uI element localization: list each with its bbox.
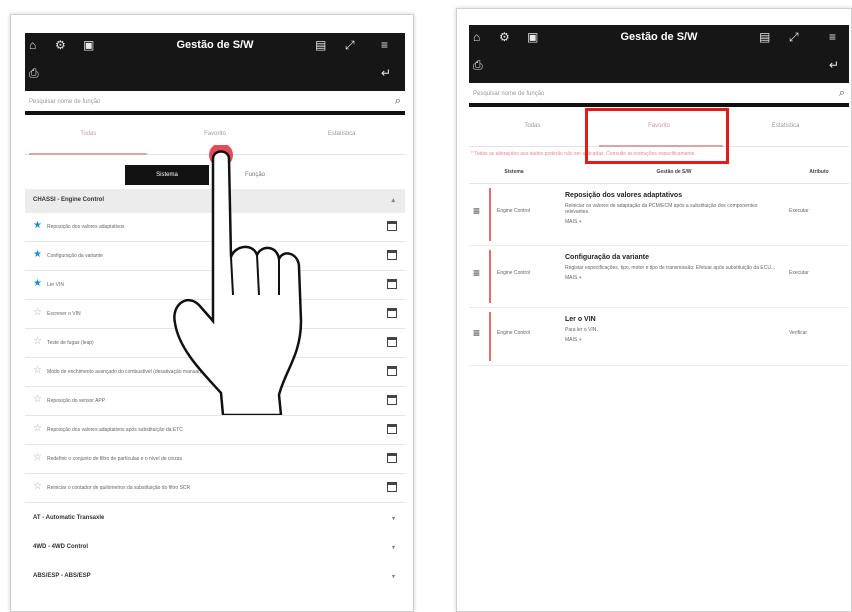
star-outline-icon[interactable]: ☆ bbox=[33, 424, 42, 434]
row-marker bbox=[489, 187, 491, 241]
calendar-icon[interactable] bbox=[387, 395, 397, 405]
star-outline-icon[interactable]: ☆ bbox=[33, 482, 42, 492]
group-header[interactable]: AT - Automatic Transaxle ▾ bbox=[25, 503, 405, 532]
row-title: Reposição dos valores adaptativos bbox=[565, 191, 683, 199]
column-header: Atributo bbox=[789, 161, 849, 184]
row-description: Reiniciar os valores de adaptação da PCM… bbox=[565, 202, 758, 215]
drag-handle-icon[interactable]: ≡ bbox=[473, 326, 480, 340]
group-title: CHASSI - Engine Control bbox=[33, 197, 104, 203]
print-icon[interactable]: ⎙ bbox=[29, 67, 39, 79]
chevron-down-icon: ▾ bbox=[391, 516, 395, 522]
group-header[interactable]: ABS/ESP - ABS/ESP ▾ bbox=[25, 561, 405, 590]
star-outline-icon[interactable]: ☆ bbox=[33, 453, 42, 463]
search-icon[interactable]: ⌕ bbox=[395, 95, 401, 108]
search-input[interactable]: Pesquisar nome de função bbox=[473, 91, 544, 97]
list-item[interactable]: ☆ Reiniciar o contador de quilómetros da … bbox=[25, 474, 405, 503]
calendar-icon[interactable] bbox=[387, 279, 397, 289]
item-label: Escrever o VIN bbox=[47, 311, 81, 317]
top-bar: ⌂ ⚙ ▣ Gestão de S/W ▤ ⤢ ≡ ⎙ ↵ bbox=[25, 33, 405, 91]
row-description: Registar especificações, tipo, motor e t… bbox=[565, 264, 776, 271]
top-bar: ⌂ ⚙ ▣ Gestão de S/W ▤ ⤢ ≡ ⎙ ↵ bbox=[469, 25, 849, 83]
star-icon[interactable]: ★ bbox=[33, 250, 42, 260]
item-label: Reposição do sensor APP bbox=[47, 398, 106, 404]
item-label: Configuração da variante bbox=[47, 253, 103, 259]
row-system: Engine Control bbox=[497, 269, 531, 276]
tab-estatistica[interactable]: Estatística bbox=[722, 107, 849, 146]
star-icon[interactable]: ★ bbox=[33, 221, 42, 231]
group-header[interactable]: 4WD - 4WD Control ▾ bbox=[25, 532, 405, 561]
chevron-up-icon: ▴ bbox=[391, 197, 395, 204]
back-icon[interactable]: ↵ bbox=[381, 67, 391, 79]
left-screenshot: ⌂ ⚙ ▣ Gestão de S/W ▤ ⤢ ≡ ⎙ ↵ Pesquisar … bbox=[10, 14, 414, 612]
expand-icon[interactable]: ⤢ bbox=[345, 39, 355, 51]
drag-handle-icon[interactable]: ≡ bbox=[473, 204, 480, 218]
search-bar[interactable]: Pesquisar nome de função ⌕ bbox=[25, 91, 405, 115]
star-outline-icon[interactable]: ☆ bbox=[33, 308, 42, 318]
search-input[interactable]: Pesquisar nome de função bbox=[29, 99, 100, 105]
calendar-icon[interactable] bbox=[387, 424, 397, 434]
table-row[interactable]: ≡ Engine Control Reposição dos valores ad… bbox=[469, 183, 849, 246]
execute-button[interactable]: Executar bbox=[789, 208, 809, 214]
group-title: AT - Automatic Transaxle bbox=[33, 515, 105, 521]
menu-icon[interactable]: ≡ bbox=[381, 39, 388, 51]
right-screenshot: ⌂ ⚙ ▣ Gestão de S/W ▤ ⤢ ≡ ⎙ ↵ Pesquisar … bbox=[456, 8, 852, 612]
star-outline-icon[interactable]: ☆ bbox=[33, 366, 42, 376]
row-system: Engine Control bbox=[497, 329, 531, 336]
more-link[interactable]: MAIS + bbox=[565, 337, 783, 343]
row-marker bbox=[489, 249, 491, 303]
vci-icon[interactable]: ▤ bbox=[759, 31, 770, 43]
group-title: ABS/ESP - ABS/ESP bbox=[33, 573, 91, 579]
row-system: Engine Control bbox=[497, 207, 531, 214]
search-bar[interactable]: Pesquisar nome de função ⌕ bbox=[469, 83, 849, 107]
column-header: Gestão de S/W bbox=[559, 161, 789, 184]
table-row[interactable]: ≡ Engine Control Ler o VIN Para ler o VIN.… bbox=[469, 307, 849, 366]
expand-icon[interactable]: ⤢ bbox=[789, 31, 799, 43]
calendar-icon[interactable] bbox=[387, 453, 397, 463]
calendar-icon[interactable] bbox=[387, 308, 397, 318]
chevron-down-icon: ▾ bbox=[391, 574, 395, 580]
item-label: Ler VIN bbox=[47, 282, 64, 288]
calendar-icon[interactable] bbox=[387, 221, 397, 231]
star-outline-icon[interactable]: ☆ bbox=[33, 337, 42, 347]
column-header: Sistema bbox=[469, 161, 559, 184]
execute-button[interactable]: Executar bbox=[789, 270, 809, 276]
item-label: Reposição dos valores adaptativos após s… bbox=[47, 427, 183, 433]
back-icon[interactable]: ↵ bbox=[829, 59, 839, 71]
drag-handle-icon[interactable]: ≡ bbox=[473, 266, 480, 280]
highlight-box bbox=[585, 108, 729, 164]
tab-todas[interactable]: Todas bbox=[25, 115, 152, 154]
more-link[interactable]: MAIS + bbox=[565, 219, 783, 225]
group-title: 4WD - 4WD Control bbox=[33, 544, 88, 550]
list-item[interactable]: ☆ Reposição dos valores adaptativos após … bbox=[25, 416, 405, 445]
star-icon[interactable]: ★ bbox=[33, 279, 42, 289]
print-icon[interactable]: ⎙ bbox=[473, 59, 483, 71]
item-label: Redefinir o conjunto de filtro de partíc… bbox=[47, 456, 183, 462]
verify-button[interactable]: Verificar bbox=[789, 330, 807, 336]
star-outline-icon[interactable]: ☆ bbox=[33, 395, 42, 405]
row-title: Ler o VIN bbox=[565, 315, 596, 323]
item-label: Teste de fugas (leap) bbox=[47, 340, 94, 346]
item-label: Reiniciar o contador de quilómetros da s… bbox=[47, 485, 191, 491]
search-icon[interactable]: ⌕ bbox=[839, 87, 845, 100]
favorites-table: Sistema Gestão de S/W Atributo ≡ Engine C… bbox=[469, 161, 849, 366]
more-link[interactable]: MAIS + bbox=[565, 275, 783, 281]
tab-todas[interactable]: Todas bbox=[469, 107, 596, 146]
table-row[interactable]: ≡ Engine Control Configuração da variante… bbox=[469, 245, 849, 308]
menu-icon[interactable]: ≡ bbox=[829, 31, 836, 43]
calendar-icon[interactable] bbox=[387, 337, 397, 347]
item-label: Reposição dos valores adaptativos bbox=[47, 224, 125, 230]
calendar-icon[interactable] bbox=[387, 250, 397, 260]
calendar-icon[interactable] bbox=[387, 366, 397, 376]
row-marker bbox=[489, 311, 491, 361]
row-description: Para ler o VIN. bbox=[565, 326, 598, 333]
chevron-down-icon: ▾ bbox=[391, 545, 395, 551]
list-item[interactable]: ☆ Redefinir o conjunto de filtro de partí… bbox=[25, 445, 405, 474]
row-title: Configuração da variante bbox=[565, 253, 650, 261]
tap-hand-icon bbox=[173, 145, 303, 415]
calendar-icon[interactable] bbox=[387, 482, 397, 492]
vci-icon[interactable]: ▤ bbox=[315, 39, 326, 51]
